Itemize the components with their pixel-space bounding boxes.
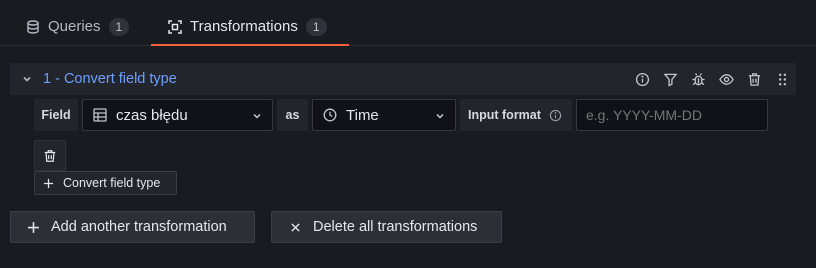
field-select[interactable]: czas błędu [82,99,273,131]
chevron-down-icon[interactable] [21,73,33,85]
add-transformation-label: Add another transformation [51,219,227,235]
transformation-header[interactable]: 1 - Convert field type [10,63,796,95]
type-select-value: Time [346,106,379,124]
add-transformation-button[interactable]: Add another transformation [10,211,255,243]
tab-queries[interactable]: Queries 1 [26,8,130,45]
transform-icon [168,19,182,34]
filter-icon[interactable] [656,63,684,95]
tab-queries-count: 1 [108,17,130,36]
clock-icon [323,108,337,122]
chevron-down-icon [435,111,445,121]
convert-field-type-tooltip[interactable]: Convert field type [34,171,177,195]
input-format-field[interactable] [576,99,768,131]
transformation-header-actions [628,63,796,95]
delete-conversion-button[interactable] [34,140,66,171]
transformation-title: 1 - Convert field type [43,71,177,87]
field-label: Field [34,99,78,131]
info-icon[interactable] [549,109,562,122]
tab-transformations[interactable]: Transformations 1 [151,8,349,46]
drag-handle-icon[interactable] [768,63,796,95]
tab-queries-label: Queries [48,18,101,35]
trash-icon[interactable] [740,63,768,95]
delete-all-label: Delete all transformations [313,219,478,235]
tab-bar: Queries 1 Transformations 1 [0,0,816,46]
debug-icon[interactable] [684,63,712,95]
eye-icon[interactable] [712,63,740,95]
plus-icon [43,178,54,189]
field-select-value: czas błędu [116,106,188,124]
tab-transformations-count: 1 [305,17,327,36]
info-icon[interactable] [628,63,656,95]
plus-icon [27,221,40,234]
as-label: as [277,99,308,131]
input-format-label-box: Input format [460,99,572,131]
input-format-label: Input format [468,108,541,122]
tab-transformations-label: Transformations [190,18,298,35]
trash-icon [43,149,57,163]
tooltip-label: Convert field type [63,176,161,190]
chevron-down-icon [252,111,262,121]
database-icon [26,19,40,34]
close-icon [290,222,301,233]
type-select[interactable]: Time [312,99,456,131]
table-icon [93,108,107,122]
delete-all-transformations-button[interactable]: Delete all transformations [271,211,502,243]
